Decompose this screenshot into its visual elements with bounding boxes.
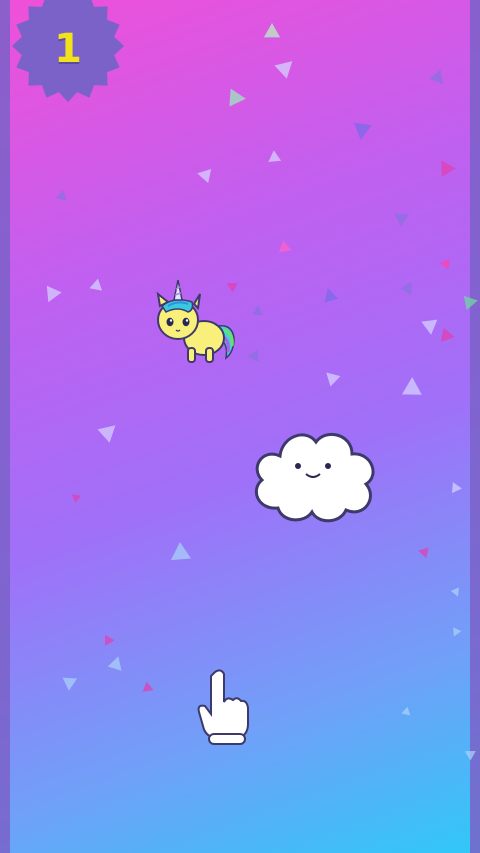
confetti-triangle <box>97 425 116 443</box>
confetti-triangle <box>274 61 293 79</box>
confetti-triangle <box>463 295 478 310</box>
confetti-triangle <box>429 69 444 85</box>
confetti-triangle <box>440 327 455 343</box>
confetti-triangle <box>439 258 450 270</box>
confetti-triangle <box>251 305 263 316</box>
confetti-triangle <box>197 168 212 184</box>
confetti-triangle <box>441 160 456 177</box>
confetti-triangle <box>353 122 372 140</box>
cloud-icon <box>255 432 375 523</box>
confetti-triangle <box>278 240 292 253</box>
confetti-triangle <box>142 681 154 692</box>
confetti-triangle <box>62 677 78 691</box>
confetti-triangle <box>55 190 67 201</box>
confetti-triangle <box>451 482 462 494</box>
confetti-triangle <box>324 288 339 303</box>
confetti-triangle <box>263 23 281 38</box>
tap-hand-icon <box>197 669 249 745</box>
confetti-triangle <box>247 349 259 363</box>
confetti-triangle <box>450 587 460 597</box>
confetti-triangle <box>418 547 429 559</box>
confetti-triangle <box>326 372 341 387</box>
game-screen[interactable]: 1 <box>0 0 480 853</box>
confetti-triangle <box>400 282 412 295</box>
confetti-triangle <box>46 285 62 303</box>
score-value: 1 <box>54 26 82 72</box>
confetti-triangle <box>401 377 422 395</box>
confetti-triangle <box>105 634 115 646</box>
confetti-triangle <box>401 706 411 716</box>
confetti-triangle <box>464 751 476 761</box>
confetti-triangle <box>268 150 282 163</box>
confetti-triangle <box>170 542 192 561</box>
confetti-triangle <box>394 213 410 227</box>
confetti-triangle <box>89 278 103 291</box>
unicorn-icon <box>156 279 235 363</box>
confetti-triangle <box>72 494 81 503</box>
confetti-triangle <box>453 627 462 637</box>
confetti-triangle <box>421 319 438 335</box>
confetti-triangle <box>229 88 246 107</box>
confetti-triangle <box>107 656 122 671</box>
